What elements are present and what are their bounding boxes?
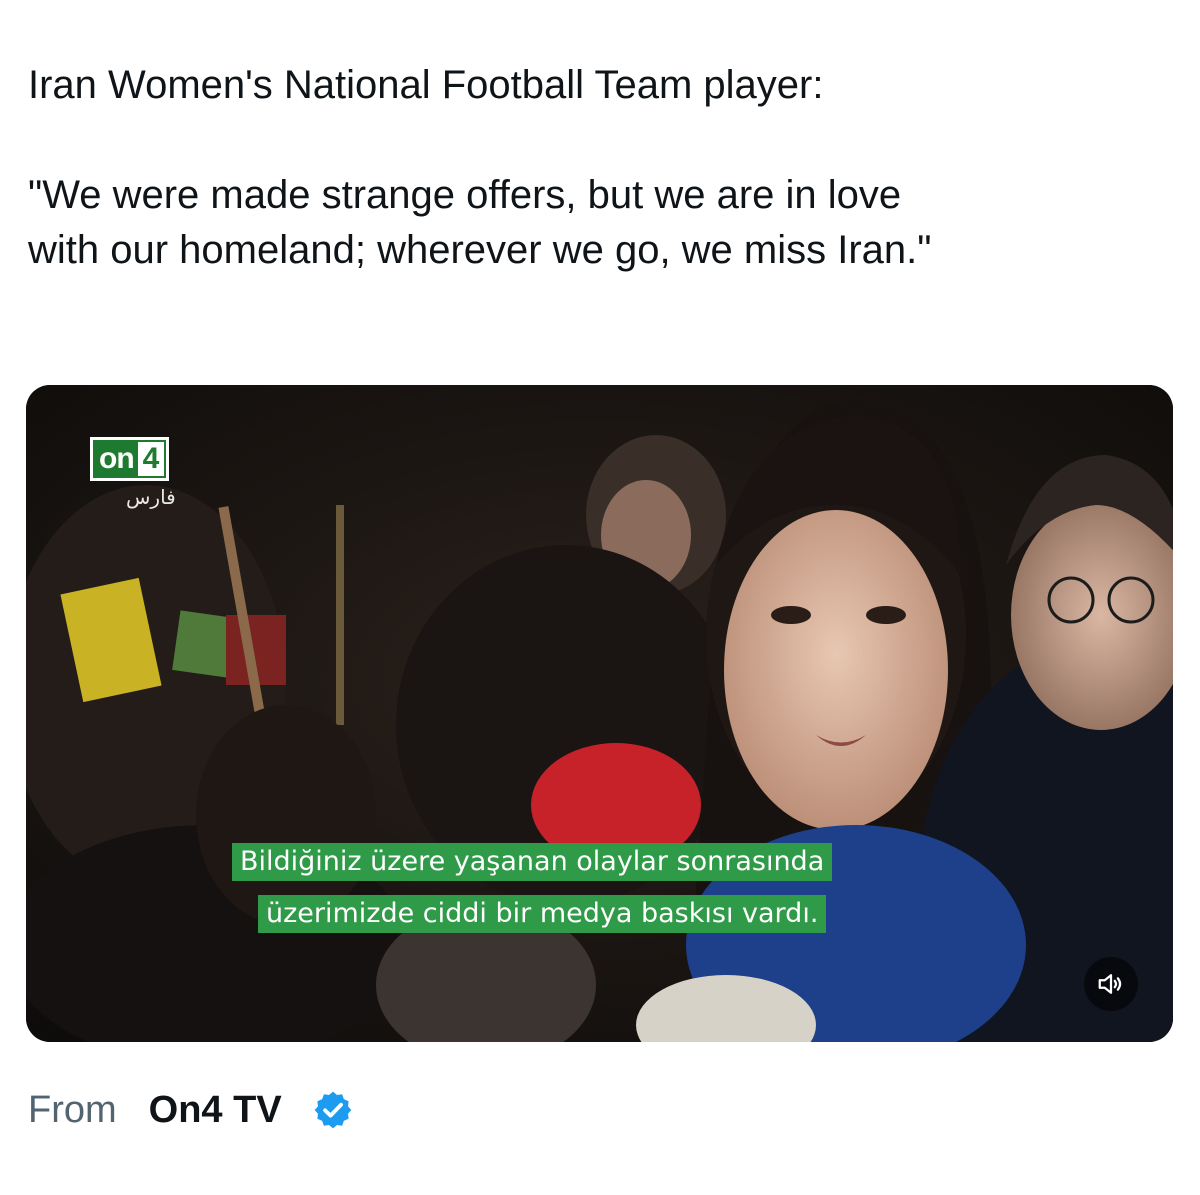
source-account-link[interactable]: On4 TV xyxy=(149,1089,282,1132)
tweet-headline: Iran Women's National Football Team play… xyxy=(28,63,824,107)
broadcaster-watermark: فارس xyxy=(126,485,176,509)
volume-button[interactable] xyxy=(1084,957,1138,1011)
channel-logo: on 4 xyxy=(90,437,170,481)
tweet-quote-line-1: "We were made strange offers, but we are… xyxy=(28,173,902,217)
source-from-label: From xyxy=(28,1088,117,1131)
video-frame xyxy=(26,385,1173,1042)
video-player[interactable]: on 4 فارس Bildiğiniz üzere yaşanan olayl… xyxy=(26,385,1173,1042)
channel-logo-text: on xyxy=(99,442,135,475)
channel-logo-number: 4 xyxy=(137,442,165,476)
speaker-icon xyxy=(1098,974,1122,994)
video-source-attribution: From On4 TV xyxy=(28,1085,354,1135)
tweet-quote-line-2: with our homeland; wherever we go, we mi… xyxy=(28,228,932,272)
video-subtitle-line-2: üzerimizde ciddi bir medya baskısı vardı… xyxy=(258,895,827,933)
verified-badge-icon xyxy=(314,1091,352,1129)
video-subtitle-line-1: Bildiğiniz üzere yaşanan olaylar sonrası… xyxy=(232,843,833,881)
tweet-text: Iran Women's National Football Team play… xyxy=(28,58,1168,278)
